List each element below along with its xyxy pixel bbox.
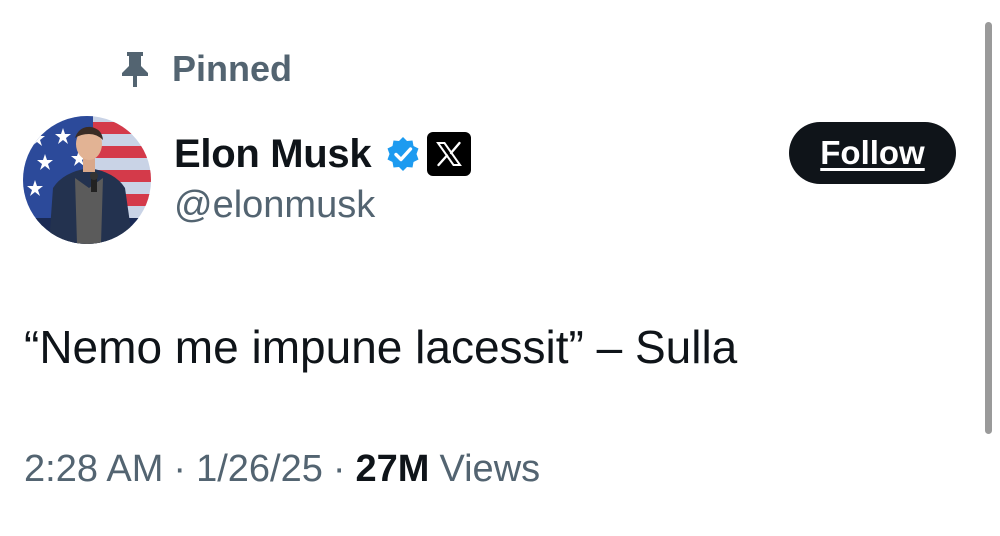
tweet-date[interactable]: 1/26/25: [196, 448, 323, 491]
scrollbar[interactable]: [985, 22, 992, 434]
follow-button[interactable]: Follow: [789, 122, 956, 184]
tweet-time[interactable]: 2:28 AM: [24, 448, 163, 491]
author-name-row: Elon Musk: [174, 130, 472, 178]
pin-icon: [118, 49, 152, 89]
pinned-indicator: Pinned: [118, 46, 292, 92]
tweet-text: “Nemo me impune lacessit” – Sulla: [24, 321, 738, 373]
avatar[interactable]: [23, 116, 151, 244]
verified-badge-icon[interactable]: [385, 136, 421, 172]
pinned-label: Pinned: [172, 48, 293, 89]
views-label[interactable]: Views: [439, 448, 540, 491]
tweet-meta: 2:28 AM · 1/26/25 · 27M Views: [24, 448, 540, 491]
author-display-name[interactable]: Elon Musk: [174, 132, 372, 177]
author-handle[interactable]: @elonmusk: [174, 184, 375, 227]
x-logo-icon[interactable]: [427, 132, 472, 176]
meta-separator: ·: [173, 448, 187, 490]
views-count[interactable]: 27M: [356, 448, 430, 491]
meta-separator: ·: [332, 448, 346, 490]
